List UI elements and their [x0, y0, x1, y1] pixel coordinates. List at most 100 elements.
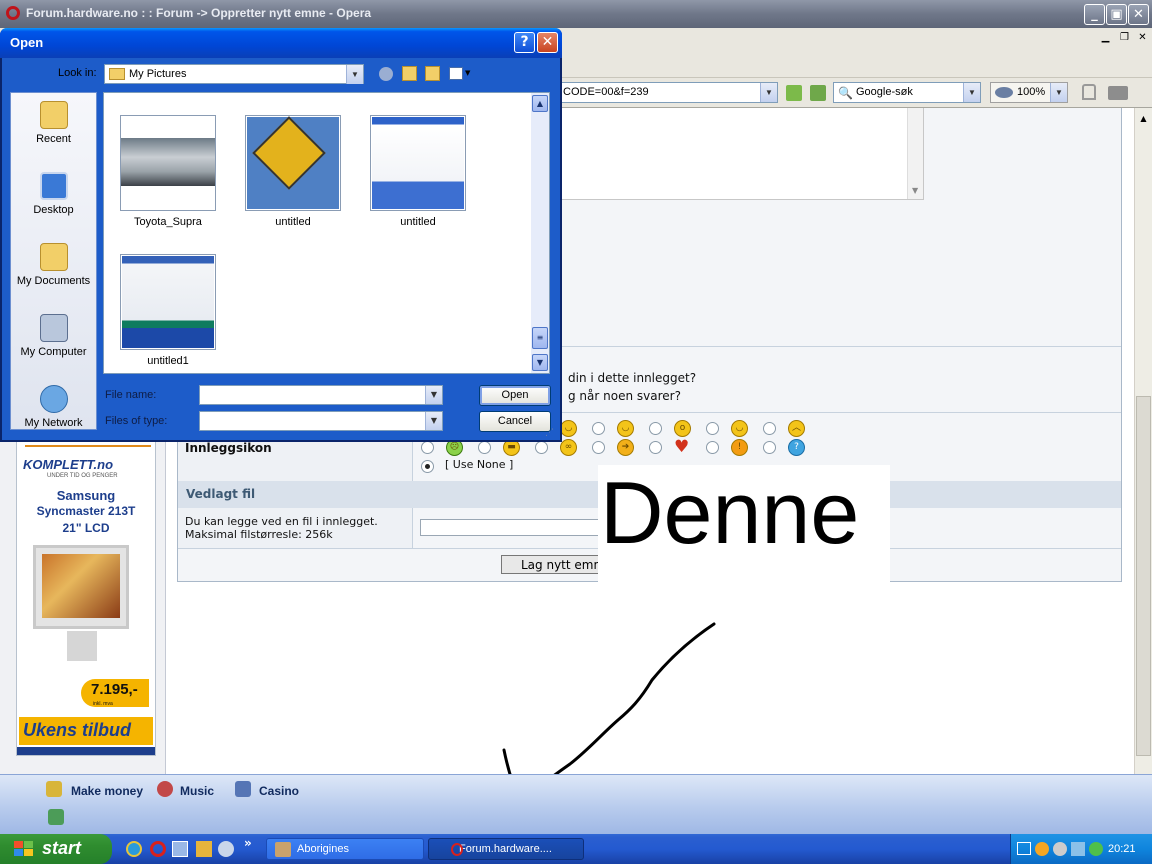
page-scrollbar[interactable]: ▲ — [1134, 108, 1152, 774]
view-dropdown-icon[interactable]: ▼ — [465, 69, 470, 77]
music-link[interactable]: Music — [180, 784, 214, 798]
address-dropdown-icon[interactable]: ▼ — [760, 83, 777, 102]
smiley-icon: ◡ — [617, 420, 634, 437]
scroll-thumb[interactable] — [1136, 396, 1151, 756]
place-my-computer[interactable]: My Computer — [11, 314, 96, 358]
place-recent[interactable]: Recent — [11, 101, 96, 145]
scroll-thumb[interactable]: ≡ — [532, 327, 548, 349]
file-thumbnail[interactable] — [245, 115, 341, 211]
place-desktop[interactable]: Desktop — [11, 172, 96, 216]
app-quicklaunch-icon[interactable] — [196, 841, 212, 857]
file-name[interactable]: Toyota_Supra — [108, 216, 228, 228]
icon-radio[interactable] — [592, 422, 605, 435]
wand-icon[interactable] — [810, 85, 826, 101]
note-icon[interactable] — [48, 809, 64, 825]
file-name[interactable]: untitled — [358, 216, 478, 228]
ad-footer: Ukens tilbud — [23, 720, 132, 740]
textarea-scrollbar[interactable]: ▼ — [907, 108, 923, 199]
file-thumbnail[interactable] — [120, 115, 216, 211]
open-button[interactable]: Open — [479, 385, 551, 406]
new-folder-icon[interactable] — [425, 66, 440, 81]
mdi-minimize-icon[interactable]: ▁ — [1098, 31, 1113, 45]
place-label: My Network — [24, 417, 83, 429]
lock-icon[interactable] — [1082, 84, 1096, 100]
quicklaunch-chevron-icon[interactable]: » — [244, 836, 252, 850]
search-icon: 🔍 — [838, 86, 853, 100]
icon-radio[interactable] — [763, 441, 776, 454]
media-quicklaunch-icon[interactable] — [218, 841, 234, 857]
close-button[interactable]: ✕ — [1128, 4, 1149, 25]
resize-grip-icon[interactable]: ⋰ — [545, 428, 554, 438]
ie-icon[interactable] — [126, 841, 142, 857]
icon-radio[interactable] — [649, 441, 662, 454]
zoom-dropdown-icon[interactable]: ▼ — [1050, 83, 1067, 102]
cancel-button[interactable]: Cancel — [479, 411, 551, 432]
look-in-select[interactable]: My Pictures ▼ — [104, 64, 364, 84]
opera-logo-icon — [6, 6, 20, 20]
view-menu-icon[interactable] — [449, 67, 463, 80]
camera-icon[interactable] — [1108, 86, 1128, 100]
file-thumbnail[interactable] — [370, 115, 466, 211]
eye-icon — [995, 87, 1013, 98]
icon-radio[interactable] — [535, 441, 548, 454]
dialog-close-button[interactable]: ✕ — [537, 32, 558, 53]
place-my-network[interactable]: My Network — [11, 385, 96, 429]
icon-radio[interactable] — [706, 441, 719, 454]
scroll-down-icon[interactable]: ▼ — [912, 186, 918, 195]
shocked-icon: o — [674, 420, 691, 437]
ad-product-2: Syncmaster 213T — [36, 504, 136, 518]
message-textarea[interactable]: ▼ — [560, 108, 924, 200]
icon-radio[interactable] — [478, 441, 491, 454]
file-name[interactable]: untitled — [233, 216, 353, 228]
question-icon: ? — [788, 439, 805, 456]
files-of-type-select[interactable]: ▼ — [199, 411, 443, 431]
casino-link[interactable]: Casino — [259, 784, 299, 798]
ad-price: 7.195,- — [91, 681, 138, 698]
tray-window-icon[interactable] — [1017, 842, 1031, 855]
scroll-up-icon[interactable]: ▲ — [1136, 110, 1151, 127]
make-money-link[interactable]: Make money — [71, 784, 143, 798]
icon-radio[interactable] — [649, 422, 662, 435]
place-my-documents[interactable]: My Documents — [11, 243, 96, 287]
zoom-select[interactable]: 100% ▼ — [990, 82, 1068, 103]
scroll-up-icon[interactable]: ▲ — [532, 95, 548, 112]
tray-volume-icon[interactable] — [1053, 842, 1067, 856]
file-name-dropdown-icon[interactable]: ▼ — [425, 386, 442, 404]
desktop-quicklaunch-icon[interactable] — [172, 841, 188, 857]
mdi-restore-icon[interactable]: ❐ — [1117, 31, 1132, 45]
icon-radio[interactable] — [706, 422, 719, 435]
file-thumbnail[interactable] — [120, 254, 216, 350]
create-topic-button[interactable]: Lag nytt emne — [501, 555, 611, 574]
scroll-down-icon[interactable]: ▼ — [532, 354, 548, 371]
mdi-close-icon[interactable]: ✕ — [1135, 31, 1150, 45]
start-button[interactable]: start — [0, 834, 112, 864]
use-none-radio[interactable] — [421, 460, 434, 473]
bookmark-add-icon[interactable] — [786, 85, 802, 101]
icon-radio[interactable] — [592, 441, 605, 454]
file-name[interactable]: untitled1 — [108, 355, 228, 367]
dialog-help-button[interactable]: ? — [514, 32, 535, 53]
tray-check-icon[interactable] — [1089, 842, 1103, 856]
grin-icon: ◡ — [731, 420, 748, 437]
komplett-ad[interactable]: KOMPLETT.no UNDER TID OG PENGER Samsung … — [16, 440, 156, 756]
file-name-input[interactable]: ▼ — [199, 385, 443, 405]
attachment-file-input[interactable] — [420, 519, 605, 536]
opera-quicklaunch-icon[interactable] — [150, 841, 166, 857]
search-dropdown-icon[interactable]: ▼ — [963, 83, 980, 102]
file-list-scrollbar[interactable]: ▲ ≡ ▼ — [531, 93, 549, 373]
files-of-type-dropdown-icon[interactable]: ▼ — [425, 412, 442, 430]
taskbar-task-aborigines[interactable]: Aborigines — [266, 838, 424, 860]
tray-network-icon[interactable] — [1071, 842, 1085, 856]
tray-messenger-icon[interactable] — [1035, 842, 1049, 856]
place-label: My Documents — [16, 275, 91, 287]
up-folder-icon[interactable] — [402, 66, 417, 81]
back-icon[interactable] — [379, 67, 393, 81]
icon-radio[interactable] — [421, 441, 434, 454]
search-input[interactable]: 🔍 Google-søk ▼ — [833, 82, 981, 103]
minimize-button[interactable]: _ — [1084, 4, 1105, 25]
restore-button[interactable]: ▣ — [1106, 4, 1127, 25]
address-input[interactable]: CODE=00&f=239 ▼ — [558, 82, 778, 103]
taskbar-task-forum[interactable]: Forum.hardware.... — [428, 838, 584, 860]
look-in-dropdown-icon[interactable]: ▼ — [346, 65, 363, 84]
icon-radio[interactable] — [763, 422, 776, 435]
